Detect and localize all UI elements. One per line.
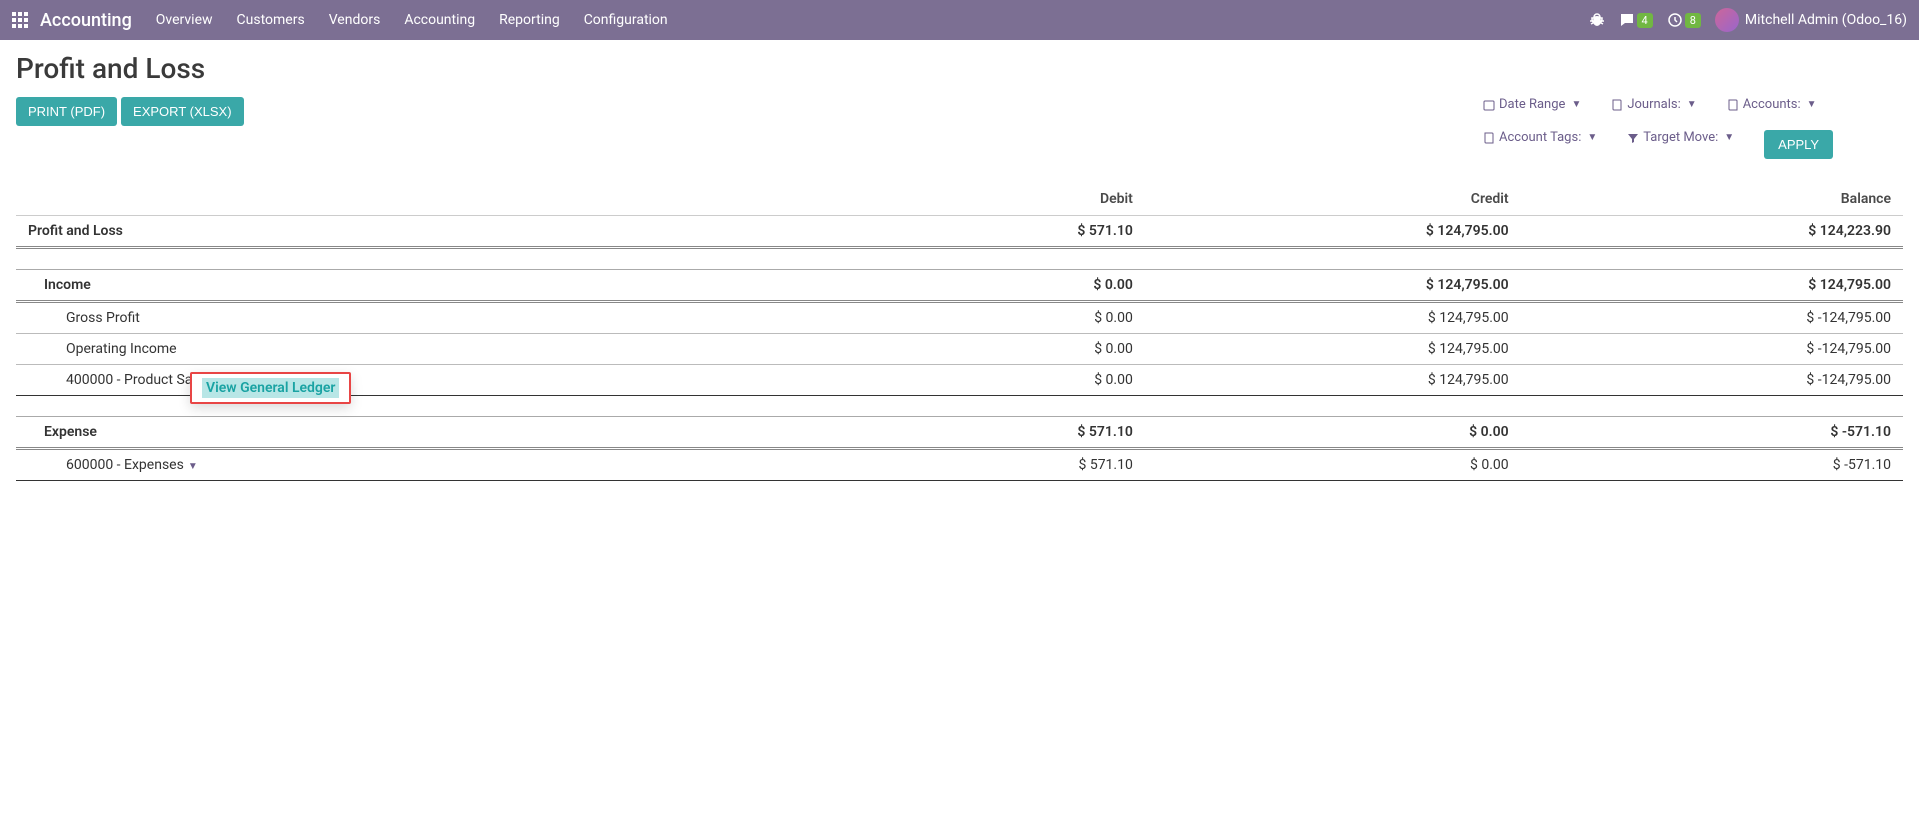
filter-date-range[interactable]: Date Range▼ <box>1483 97 1581 112</box>
col-balance: Balance <box>1521 183 1903 216</box>
chevron-down-icon[interactable]: ▼ <box>188 461 198 472</box>
table-row: Expense$ 571.10$ 0.00$ -571.10 <box>16 417 1903 449</box>
cell-debit: $ 571.10 <box>865 417 1145 449</box>
table-row: 600000 - Expenses▼$ 571.10$ 0.00$ -571.1… <box>16 449 1903 481</box>
chevron-down-icon: ▼ <box>1724 132 1734 143</box>
calendar-icon <box>1483 99 1495 111</box>
filter-target-move[interactable]: Target Move:▼ <box>1627 130 1734 145</box>
nav-accounting[interactable]: Accounting <box>404 12 475 28</box>
cell-balance: $ -124,795.00 <box>1521 365 1903 396</box>
activities-badge: 8 <box>1685 13 1701 28</box>
toolbar-left: PRINT (PDF) EXPORT (XLSX) <box>16 97 244 126</box>
chevron-down-icon: ▼ <box>1687 99 1697 110</box>
nav-configuration[interactable]: Configuration <box>584 12 668 28</box>
table-row: Operating Income$ 0.00$ 124,795.00$ -124… <box>16 334 1903 365</box>
bug-icon[interactable] <box>1589 12 1605 28</box>
book-icon <box>1727 99 1739 111</box>
cell-debit: $ 571.10 <box>865 449 1145 481</box>
avatar <box>1715 8 1739 32</box>
export-xlsx-button[interactable]: EXPORT (XLSX) <box>121 97 244 126</box>
cell-balance: $ -124,795.00 <box>1521 334 1903 365</box>
filter-account-tags[interactable]: Account Tags:▼ <box>1483 130 1597 145</box>
row-name[interactable]: 400000 - Product Sales▼ <box>16 365 865 396</box>
row-name: Operating Income <box>16 334 865 365</box>
cell-balance: $ -571.10 <box>1521 417 1903 449</box>
nav-overview[interactable]: Overview <box>156 12 213 28</box>
filter-journals[interactable]: Journals:▼ <box>1611 97 1696 112</box>
row-name[interactable]: 600000 - Expenses▼ <box>16 449 865 481</box>
book-icon <box>1483 132 1495 144</box>
cell-debit: $ 0.00 <box>865 302 1145 334</box>
navbar-right: 4 8 Mitchell Admin (Odoo_16) <box>1589 8 1907 32</box>
col-credit: Credit <box>1145 183 1521 216</box>
cell-credit: $ 124,795.00 <box>1145 270 1521 302</box>
cell-credit: $ 124,795.00 <box>1145 365 1521 396</box>
messages-icon[interactable]: 4 <box>1619 12 1653 28</box>
main-navbar: Accounting Overview Customers Vendors Ac… <box>0 0 1919 40</box>
cell-balance: $ 124,795.00 <box>1521 270 1903 302</box>
apps-icon[interactable] <box>12 12 28 28</box>
app-brand[interactable]: Accounting <box>40 10 132 31</box>
user-menu[interactable]: Mitchell Admin (Odoo_16) <box>1715 8 1907 32</box>
activities-icon[interactable]: 8 <box>1667 12 1701 28</box>
print-pdf-button[interactable]: PRINT (PDF) <box>16 97 117 126</box>
cell-debit: $ 0.00 <box>865 365 1145 396</box>
chevron-down-icon: ▼ <box>1587 132 1597 143</box>
row-name: Expense <box>16 417 865 449</box>
cell-debit: $ 0.00 <box>865 334 1145 365</box>
nav-customers[interactable]: Customers <box>237 12 305 28</box>
cell-debit: $ 0.00 <box>865 270 1145 302</box>
table-row: Income$ 0.00$ 124,795.00$ 124,795.00 <box>16 270 1903 302</box>
chevron-down-icon: ▼ <box>1807 99 1817 110</box>
nav-vendors[interactable]: Vendors <box>329 12 381 28</box>
col-debit: Debit <box>865 183 1145 216</box>
cell-debit: $ 571.10 <box>865 216 1145 248</box>
row-action-dropdown: View General Ledger <box>190 372 351 404</box>
filter-icon <box>1627 132 1639 144</box>
user-name: Mitchell Admin (Odoo_16) <box>1745 12 1907 28</box>
toolbar: PRINT (PDF) EXPORT (XLSX) Date Range▼ Jo… <box>16 97 1903 159</box>
cell-credit: $ 124,795.00 <box>1145 216 1521 248</box>
row-name: Income <box>16 270 865 302</box>
filter-accounts[interactable]: Accounts:▼ <box>1727 97 1817 112</box>
report-table: Debit Credit Balance Profit and Loss$ 57… <box>16 183 1903 481</box>
nav-reporting[interactable]: Reporting <box>499 12 560 28</box>
cell-balance: $ 124,223.90 <box>1521 216 1903 248</box>
cell-balance: $ -571.10 <box>1521 449 1903 481</box>
chevron-down-icon: ▼ <box>1571 99 1581 110</box>
cell-credit: $ 124,795.00 <box>1145 302 1521 334</box>
row-name: Profit and Loss <box>16 216 865 248</box>
table-row: Gross Profit$ 0.00$ 124,795.00$ -124,795… <box>16 302 1903 334</box>
table-header-row: Debit Credit Balance <box>16 183 1903 216</box>
messages-badge: 4 <box>1637 13 1653 28</box>
view-general-ledger-link[interactable]: View General Ledger <box>202 378 339 398</box>
cell-balance: $ -124,795.00 <box>1521 302 1903 334</box>
cell-credit: $ 124,795.00 <box>1145 334 1521 365</box>
cell-credit: $ 0.00 <box>1145 417 1521 449</box>
col-name <box>16 183 865 216</box>
nav-menu: Overview Customers Vendors Accounting Re… <box>156 12 1589 28</box>
table-row: Profit and Loss$ 571.10$ 124,795.00$ 124… <box>16 216 1903 248</box>
row-name: Gross Profit <box>16 302 865 334</box>
page-title: Profit and Loss <box>16 52 1903 85</box>
cell-credit: $ 0.00 <box>1145 449 1521 481</box>
filters-panel: Date Range▼ Journals:▼ Accounts:▼ Accoun… <box>1483 97 1903 159</box>
apply-button[interactable]: APPLY <box>1764 130 1833 159</box>
book-icon <box>1611 99 1623 111</box>
page-body: Profit and Loss PRINT (PDF) EXPORT (XLSX… <box>0 40 1919 493</box>
